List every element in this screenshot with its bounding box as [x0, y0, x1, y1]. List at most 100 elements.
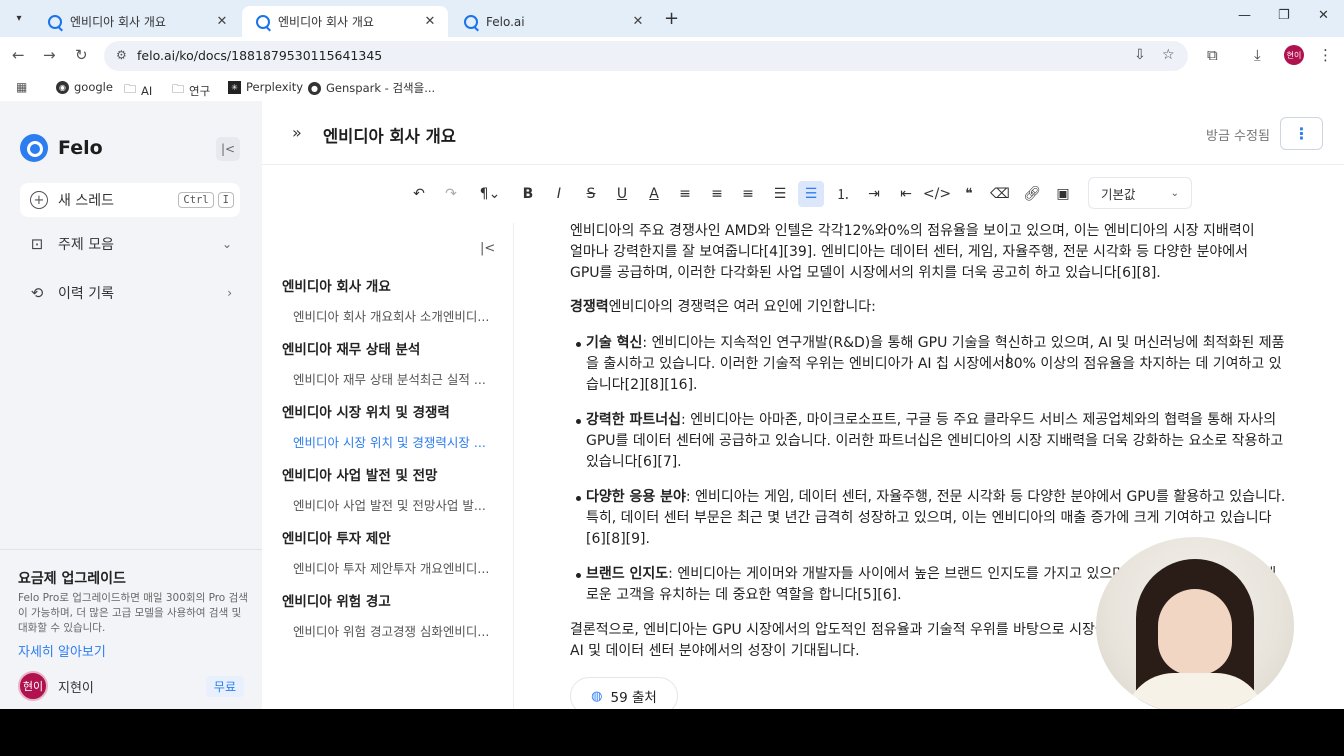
align-justify-icon[interactable]: ☰: [770, 184, 790, 204]
forward-icon[interactable]: →: [43, 46, 56, 64]
sidebar-item-topics[interactable]: ⊡ 주제 모음 ⌄: [28, 234, 232, 254]
style-select[interactable]: 기본값 ⌄: [1088, 177, 1192, 209]
bookmark-label: google: [74, 80, 113, 94]
genspark-icon: ●: [308, 81, 321, 95]
close-tab-icon[interactable]: ✕: [420, 14, 440, 29]
felo-logo[interactable]: Felo: [20, 134, 103, 162]
italic-icon[interactable]: I: [549, 184, 569, 204]
omnibox[interactable]: ⚙ felo.ai/ko/docs/1881879530115641345 ⇩ …: [104, 41, 1188, 71]
install-app-icon[interactable]: ⇩: [1134, 47, 1146, 63]
kbd-i: I: [217, 192, 234, 208]
strikethrough-icon[interactable]: S: [581, 184, 601, 204]
upgrade-description: Felo Pro로 업그레이드하면 매일 300회의 Pro 검색이 가능하며,…: [18, 592, 248, 634]
collapse-sidebar-icon[interactable]: |<: [216, 137, 240, 161]
paragraph: 경쟁력엔비디아의 경쟁력은 여러 요인에 기인합니다:: [570, 297, 1270, 318]
indent-icon[interactable]: ⇥: [864, 184, 884, 204]
bookmark-icon: ⊡: [30, 235, 44, 253]
close-tab-icon[interactable]: ✕: [628, 14, 648, 29]
outline-subitem[interactable]: 엔비디아 위험 경고경쟁 심화엔비디...: [293, 621, 503, 640]
profile-avatar[interactable]: 현이: [1284, 45, 1304, 65]
outline-heading[interactable]: 엔비디아 시장 위치 및 경쟁력: [282, 401, 450, 421]
expand-icon[interactable]: »: [292, 123, 302, 142]
undo-icon[interactable]: ↶: [409, 184, 429, 204]
window-close-icon[interactable]: ✕: [1318, 8, 1329, 23]
outline-heading[interactable]: 엔비디아 사업 발전 및 전망: [282, 464, 437, 484]
user-row[interactable]: 현이 지현이 무료: [18, 671, 244, 701]
collapse-outline-icon[interactable]: |<: [480, 241, 495, 256]
list-item-text: : 엔비디아는 아마존, 마이크로소프트, 구글 등 주요 클라우드 서비스 제…: [586, 412, 1284, 470]
site-info-icon[interactable]: ⚙: [116, 48, 127, 62]
text-color-icon[interactable]: A: [644, 184, 664, 204]
redo-icon[interactable]: ↷: [441, 184, 461, 204]
more-options-button[interactable]: ⋮: [1280, 117, 1323, 150]
quote-icon[interactable]: ❝: [959, 184, 979, 204]
bookmark-google[interactable]: ◉ google: [56, 80, 113, 94]
plus-icon: +: [30, 191, 48, 209]
logo-text: Felo: [58, 137, 103, 159]
align-right-icon[interactable]: ≡: [738, 184, 758, 204]
eraser-icon[interactable]: ⌫: [990, 184, 1010, 204]
apps-icon[interactable]: ▦: [16, 80, 27, 94]
bookmark-research[interactable]: 🗀 연구: [172, 80, 210, 101]
paragraph-format-icon[interactable]: ¶⌄: [475, 184, 505, 204]
bookmark-star-icon[interactable]: ☆: [1162, 47, 1175, 63]
felo-logo-icon: [20, 134, 48, 162]
outline-heading[interactable]: 엔비디아 재무 상태 분석: [282, 338, 420, 358]
outline-subitem[interactable]: 엔비디아 재무 상태 분석최근 실적 ...: [293, 369, 503, 388]
restore-icon[interactable]: ❐: [1278, 8, 1290, 23]
list-item: 강력한 파트너십: 엔비디아는 아마존, 마이크로소프트, 구글 등 주요 클라…: [576, 410, 1286, 473]
bookmark-ai[interactable]: 🗀 AI: [124, 80, 152, 101]
outline-heading[interactable]: 엔비디아 위험 경고: [282, 590, 391, 610]
browser-menu-icon[interactable]: ⋮: [1318, 46, 1333, 64]
code-icon[interactable]: </>: [923, 184, 951, 204]
outline-heading[interactable]: 엔비디아 회사 개요: [282, 275, 391, 295]
sidebar-item-label: 이력 기록: [58, 286, 114, 302]
paragraph-text: 엔비디아의 경쟁력은 여러 요인에 기인합니다:: [608, 299, 876, 315]
url-text[interactable]: felo.ai/ko/docs/1881879530115641345: [137, 48, 382, 63]
sidebar-item-history[interactable]: ⟲ 이력 기록 ›: [28, 283, 232, 303]
back-icon[interactable]: ←: [12, 46, 25, 64]
bullet-list-icon[interactable]: ☰: [798, 181, 824, 207]
link-icon[interactable]: 🔗︎: [1022, 184, 1042, 204]
browser-tab[interactable]: 엔비디아 회사 개요 ✕: [34, 6, 240, 37]
ordered-list-icon[interactable]: ⒈: [833, 184, 853, 204]
upgrade-title: 요금제 업그레이드: [18, 571, 126, 587]
underline-icon[interactable]: U: [612, 184, 632, 204]
bookmark-genspark[interactable]: ● Genspark - 검색을...: [308, 80, 435, 96]
new-tab-icon[interactable]: +: [664, 8, 679, 29]
list-item-lead: 기술 혁신: [586, 335, 643, 351]
bold-icon[interactable]: B: [518, 184, 538, 204]
browser-tab-active[interactable]: 엔비디아 회사 개요 ✕: [242, 6, 448, 37]
bullet-dot: [576, 419, 581, 424]
webcam-face: [1158, 589, 1232, 675]
felo-favicon-icon: [256, 14, 270, 29]
plan-badge[interactable]: 무료: [205, 675, 244, 697]
extensions-icon[interactable]: ⧉: [1207, 46, 1218, 64]
globe-icon: ◉: [56, 80, 69, 94]
history-icon: ⟲: [30, 284, 44, 302]
sidebar: Felo |< + 새 스레드 Ctrl I ⊡ 주제 모음 ⌄ ⟲ 이력 기록…: [0, 101, 262, 709]
page-title: 엔비디아 회사 개요: [323, 127, 456, 146]
sources-button[interactable]: ◍ 59 출처: [570, 677, 678, 709]
minimize-icon[interactable]: —: [1238, 8, 1251, 23]
new-thread-button[interactable]: + 새 스레드 Ctrl I: [20, 183, 240, 217]
outline-subitem[interactable]: 엔비디아 사업 발전 및 전망사업 발...: [293, 495, 503, 514]
globe-icon: ◍: [591, 688, 603, 704]
tab-search-button[interactable]: ▾: [8, 7, 30, 29]
outline-subitem-active[interactable]: 엔비디아 시장 위치 및 경쟁력시장 ...: [293, 432, 503, 451]
outline-heading[interactable]: 엔비디아 투자 제안: [282, 527, 391, 547]
bookmark-perplexity[interactable]: ✳ Perplexity: [228, 80, 303, 94]
close-tab-icon[interactable]: ✕: [212, 14, 232, 29]
align-left-icon[interactable]: ≡: [675, 184, 695, 204]
browser-tab[interactable]: Felo.ai ✕: [450, 6, 656, 37]
reload-icon[interactable]: ↻: [75, 46, 88, 64]
download-icon[interactable]: ⤓: [1254, 46, 1261, 64]
outline-subitem[interactable]: 엔비디아 회사 개요회사 소개엔비디...: [293, 306, 503, 325]
image-icon[interactable]: ▣: [1053, 184, 1073, 204]
folder-icon: 🗀: [124, 82, 137, 96]
learn-more-link[interactable]: 자세히 알아보기: [18, 641, 106, 660]
align-center-icon[interactable]: ≡: [707, 184, 727, 204]
outdent-icon[interactable]: ⇤: [896, 184, 916, 204]
outline-subitem[interactable]: 엔비디아 투자 제안투자 개요엔비디...: [293, 558, 503, 577]
chevron-down-icon: ⌄: [221, 237, 232, 251]
